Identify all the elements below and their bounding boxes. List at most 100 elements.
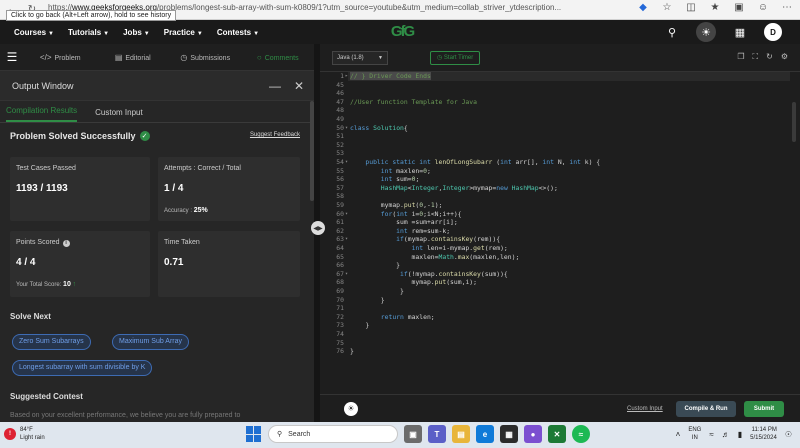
clock-date: 5/15/2024 bbox=[750, 435, 777, 441]
split-screen-icon[interactable]: ◫ bbox=[684, 2, 698, 13]
chevron-up-icon[interactable]: ˄ bbox=[676, 430, 681, 439]
solve-next-chip[interactable]: Zero Sum Subarrays bbox=[12, 334, 91, 350]
hamburger-icon[interactable]: ☰ bbox=[0, 50, 24, 64]
avatar[interactable]: D bbox=[764, 23, 782, 41]
settings-gear-icon[interactable]: ⚙ bbox=[781, 52, 788, 62]
menu-label: Jobs bbox=[123, 27, 142, 37]
card-value: 0.71 bbox=[164, 257, 184, 268]
status-text: Problem Solved Successfully bbox=[10, 131, 136, 141]
taskbar-search[interactable]: ⚲ Search bbox=[268, 425, 398, 443]
weather-widget[interactable]: ! 84°F Light rain bbox=[4, 426, 45, 442]
reset-icon[interactable]: ↻ bbox=[766, 52, 773, 62]
teams-icon[interactable]: T bbox=[428, 425, 446, 443]
header-actions: ⚲ ☀ ▦ D bbox=[662, 22, 782, 42]
timer-label: Start Timer bbox=[443, 54, 474, 61]
edge-icon[interactable]: e bbox=[476, 425, 494, 443]
info-icon[interactable]: i bbox=[62, 240, 70, 247]
tab-comments[interactable]: ○ Comments bbox=[242, 53, 315, 62]
chevron-down-icon: ▼ bbox=[253, 30, 260, 37]
tab-label: Submissions bbox=[190, 54, 231, 62]
timer-icon: ◷ bbox=[437, 54, 443, 61]
gfg-logo[interactable]: GfG bbox=[380, 23, 424, 41]
windows-start-icon[interactable] bbox=[246, 426, 262, 442]
spotify-icon[interactable]: ≈ bbox=[572, 425, 590, 443]
extension-icon[interactable]: ◆ bbox=[636, 2, 650, 13]
more-icon[interactable]: ⋯ bbox=[780, 2, 794, 13]
start-timer-button[interactable]: ◷ Start Timer bbox=[430, 50, 481, 65]
document-icon: ▤ bbox=[114, 52, 123, 62]
weather-alert-icon: ! bbox=[4, 428, 16, 440]
card-label: Time Taken bbox=[164, 239, 200, 246]
code-line: 76} bbox=[336, 347, 354, 356]
clock-icon: ◷ bbox=[180, 52, 188, 62]
fullscreen-icon[interactable]: ⛶ bbox=[753, 52, 759, 62]
status-row: Problem Solved Successfully ✓ Suggest Fe… bbox=[0, 123, 314, 149]
close-icon[interactable]: ✕ bbox=[290, 79, 308, 93]
code-line: 54 ▾ public static int lenOfLongSubarr (i… bbox=[336, 158, 601, 166]
suggest-feedback-link[interactable]: Suggest Feedback bbox=[250, 132, 300, 138]
volume-icon[interactable]: ♬ bbox=[722, 430, 730, 439]
code-line: 65 maxlen=Math.max(maxlen,len); bbox=[336, 252, 520, 261]
wifi-icon[interactable]: ≈ bbox=[709, 430, 713, 439]
battery-icon[interactable]: ▮ bbox=[738, 430, 742, 439]
code-lines[interactable]: 1 ▸// } Driver Code Ends 45 46 47//User f… bbox=[320, 72, 800, 394]
profile-icon[interactable]: ☺ bbox=[756, 2, 770, 13]
file-explorer-icon[interactable]: ▤ bbox=[452, 425, 470, 443]
collections-icon[interactable]: ▣ bbox=[732, 2, 746, 13]
code-line: 58 bbox=[336, 192, 344, 201]
store-icon[interactable]: ▦ bbox=[500, 425, 518, 443]
card-value: 1 / 4 bbox=[164, 183, 184, 194]
favorite-star-icon[interactable]: ☆ bbox=[660, 2, 674, 13]
solve-next-title: Solve Next bbox=[10, 312, 51, 321]
tab-problem[interactable]: </> Problem bbox=[24, 53, 97, 62]
task-view-icon[interactable]: ▣ bbox=[404, 425, 422, 443]
copy-icon[interactable]: ❐ bbox=[737, 52, 744, 62]
chevron-down-icon: ▼ bbox=[103, 30, 110, 37]
solve-next-chip[interactable]: Longest subarray with sum divisible by K bbox=[12, 360, 153, 376]
minimize-icon[interactable]: — bbox=[266, 79, 284, 93]
arrow-up-icon: ↑ bbox=[72, 281, 77, 288]
tab-compilation-results[interactable]: Compilation Results bbox=[6, 106, 78, 122]
back-tooltip: Click to go back (Alt+Left arrow), hold … bbox=[6, 10, 177, 21]
result-tabs: Compilation Results Custom Input bbox=[0, 101, 314, 123]
screen: ← ↻ https://www.geeksforgeeks.org/proble… bbox=[0, 0, 800, 448]
lang-top: ENG bbox=[688, 427, 702, 433]
clock[interactable]: 11:14 PM 5/15/2024 bbox=[750, 426, 777, 442]
favorites-icon[interactable]: ★ bbox=[708, 2, 722, 13]
compile-run-button[interactable]: Compile & Run bbox=[676, 401, 736, 417]
code-line: 59 mymap.put(0,-1); bbox=[336, 201, 443, 209]
theme-toggle-icon[interactable]: ☀ bbox=[696, 22, 716, 42]
menu-contests[interactable]: Contests ▼ bbox=[217, 28, 259, 37]
menu-tutorials[interactable]: Tutorials ▼ bbox=[68, 28, 109, 37]
menu-jobs[interactable]: Jobs ▼ bbox=[123, 28, 150, 37]
code-line: 50 ▾ class Solution{ bbox=[336, 123, 408, 132]
language-select[interactable]: Java (1.8) ▼ bbox=[332, 50, 388, 65]
site-header: Courses ▼ Tutorials ▼ Jobs ▼ Practice ▼ Cont… bbox=[0, 20, 800, 44]
resize-handle-icon[interactable]: ◀▶ bbox=[311, 221, 325, 235]
tab-custom-input[interactable]: Custom Input bbox=[95, 108, 143, 122]
menu-practice[interactable]: Practice ▼ bbox=[164, 28, 203, 37]
tab-editorial[interactable]: ▤ Editorial bbox=[97, 53, 170, 62]
main-menu: Courses ▼ Tutorials ▼ Jobs ▼ Practice ▼ Cont… bbox=[14, 28, 259, 37]
language-value: Java (1.8) bbox=[337, 54, 364, 61]
photos-icon[interactable]: ● bbox=[524, 425, 542, 443]
app-switch-icon[interactable]: ▦ bbox=[730, 22, 750, 42]
submit-button[interactable]: Submit bbox=[744, 401, 784, 417]
search-icon[interactable]: ⚲ bbox=[662, 22, 682, 42]
card-value: 4 / 4 bbox=[16, 257, 36, 268]
solve-next-chip[interactable]: Maximum Sub Array bbox=[112, 334, 190, 350]
output-window-header: Output Window — ✕ bbox=[0, 71, 314, 101]
custom-input-link[interactable]: Custom Input bbox=[627, 406, 663, 412]
system-tray: ˄ ENG IN ≈ ♬ ▮ 11:14 PM 5/15/2024 ☉ bbox=[676, 426, 792, 442]
code-line: 69 } bbox=[336, 287, 404, 295]
lightbulb-icon[interactable]: ☀ bbox=[344, 402, 358, 416]
editor-scrollbar[interactable] bbox=[792, 102, 796, 142]
code-line: 56 int sum=0; bbox=[336, 175, 420, 184]
notification-bell-icon[interactable]: ☉ bbox=[785, 430, 792, 439]
code-line: 73 } bbox=[336, 321, 370, 330]
tab-submissions[interactable]: ◷ Submissions bbox=[169, 53, 242, 62]
editor-toolbar: Java (1.8) ▼ ◷ Start Timer ❐ ⛶ ↻ ⚙ bbox=[320, 44, 800, 72]
menu-courses[interactable]: Courses ▼ bbox=[14, 28, 54, 37]
xbox-icon[interactable]: ✕ bbox=[548, 425, 566, 443]
language-indicator[interactable]: ENG IN bbox=[688, 426, 701, 442]
